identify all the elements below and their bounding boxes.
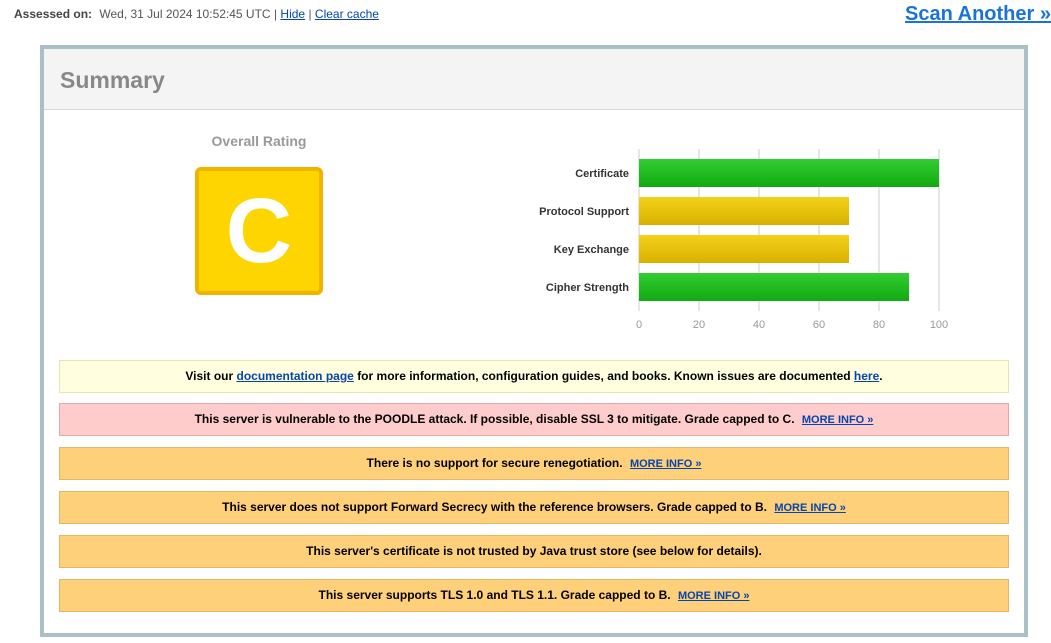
doc-notice-prefix: Visit our bbox=[185, 369, 234, 383]
known-issues-link[interactable]: here bbox=[854, 369, 879, 383]
overall-rating: Overall Rating C bbox=[184, 133, 334, 295]
assessment-info: Assessed on: Wed, 31 Jul 2024 10:52:45 U… bbox=[14, 7, 379, 21]
bar-cipher-strength bbox=[639, 273, 909, 301]
x-tick-label: 100 bbox=[930, 319, 948, 331]
separator: | bbox=[308, 7, 312, 21]
doc-notice-suffix: . bbox=[879, 369, 883, 383]
separator: | bbox=[273, 7, 278, 21]
summary-title: Summary bbox=[60, 67, 165, 93]
java-trust-warning: This server's certificate is not trusted… bbox=[59, 535, 1009, 568]
poodle-warning-text: This server is vulnerable to the POODLE … bbox=[194, 412, 795, 426]
renegotiation-warning: There is no support for secure renegotia… bbox=[59, 447, 1009, 480]
java-trust-warning-text: This server's certificate is not trusted… bbox=[306, 544, 762, 558]
overall-rating-label: Overall Rating bbox=[211, 133, 307, 149]
assessed-label: Assessed on: bbox=[14, 7, 93, 21]
tls-version-warning-text: This server supports TLS 1.0 and TLS 1.1… bbox=[318, 588, 671, 602]
scan-another-link[interactable]: Scan Another » bbox=[905, 3, 1051, 26]
poodle-more-info-link[interactable]: MORE INFO » bbox=[802, 414, 874, 426]
x-tick-label: 20 bbox=[693, 319, 705, 331]
grade-letter: C bbox=[225, 180, 293, 282]
x-tick-label: 80 bbox=[873, 319, 885, 331]
rating-chart-svg: 0 20 40 60 80 100 Certificate Protocol Support K… bbox=[539, 149, 948, 331]
assessed-date: Wed, 31 Jul 2024 10:52:45 UTC bbox=[99, 7, 271, 21]
top-bar: Assessed on: Wed, 31 Jul 2024 10:52:45 U… bbox=[0, 0, 1051, 40]
bar-category-label: Cipher Strength bbox=[546, 282, 629, 294]
bar-category-label: Certificate bbox=[575, 168, 629, 180]
renegotiation-more-info-link[interactable]: MORE INFO » bbox=[630, 458, 702, 470]
tls-version-warning: This server supports TLS 1.0 and TLS 1.1… bbox=[59, 579, 1009, 612]
summary-panel: Summary Overall Rating C 0 20 40 60 80 100 Cer… bbox=[40, 45, 1028, 637]
x-tick-label: 60 bbox=[813, 319, 825, 331]
bar-protocol-support bbox=[639, 197, 849, 225]
forward-secrecy-warning: This server does not support Forward Sec… bbox=[59, 491, 1009, 524]
forward-secrecy-warning-text: This server does not support Forward Sec… bbox=[222, 500, 767, 514]
renegotiation-warning-text: There is no support for secure renegotia… bbox=[366, 456, 623, 470]
grade-badge: C bbox=[195, 167, 323, 295]
tls-version-more-info-link[interactable]: MORE INFO » bbox=[678, 590, 750, 602]
bar-certificate bbox=[639, 159, 939, 187]
x-tick-label: 40 bbox=[753, 319, 765, 331]
summary-header: Summary bbox=[44, 49, 1024, 110]
documentation-page-link[interactable]: documentation page bbox=[237, 369, 354, 383]
forward-secrecy-more-info-link[interactable]: MORE INFO » bbox=[774, 502, 846, 514]
bar-category-label: Protocol Support bbox=[539, 206, 629, 218]
poodle-warning: This server is vulnerable to the POODLE … bbox=[59, 403, 1009, 436]
doc-notice-middle: for more information, configuration guid… bbox=[357, 369, 851, 383]
hide-link[interactable]: Hide bbox=[280, 7, 305, 21]
x-tick-label: 0 bbox=[636, 319, 642, 331]
rating-chart: 0 20 40 60 80 100 Certificate Protocol Support K… bbox=[474, 149, 948, 339]
bar-category-label: Key Exchange bbox=[554, 244, 629, 256]
bar-key-exchange bbox=[639, 235, 849, 263]
documentation-notice: Visit our documentation page for more in… bbox=[59, 360, 1009, 393]
clear-cache-link[interactable]: Clear cache bbox=[315, 7, 379, 21]
